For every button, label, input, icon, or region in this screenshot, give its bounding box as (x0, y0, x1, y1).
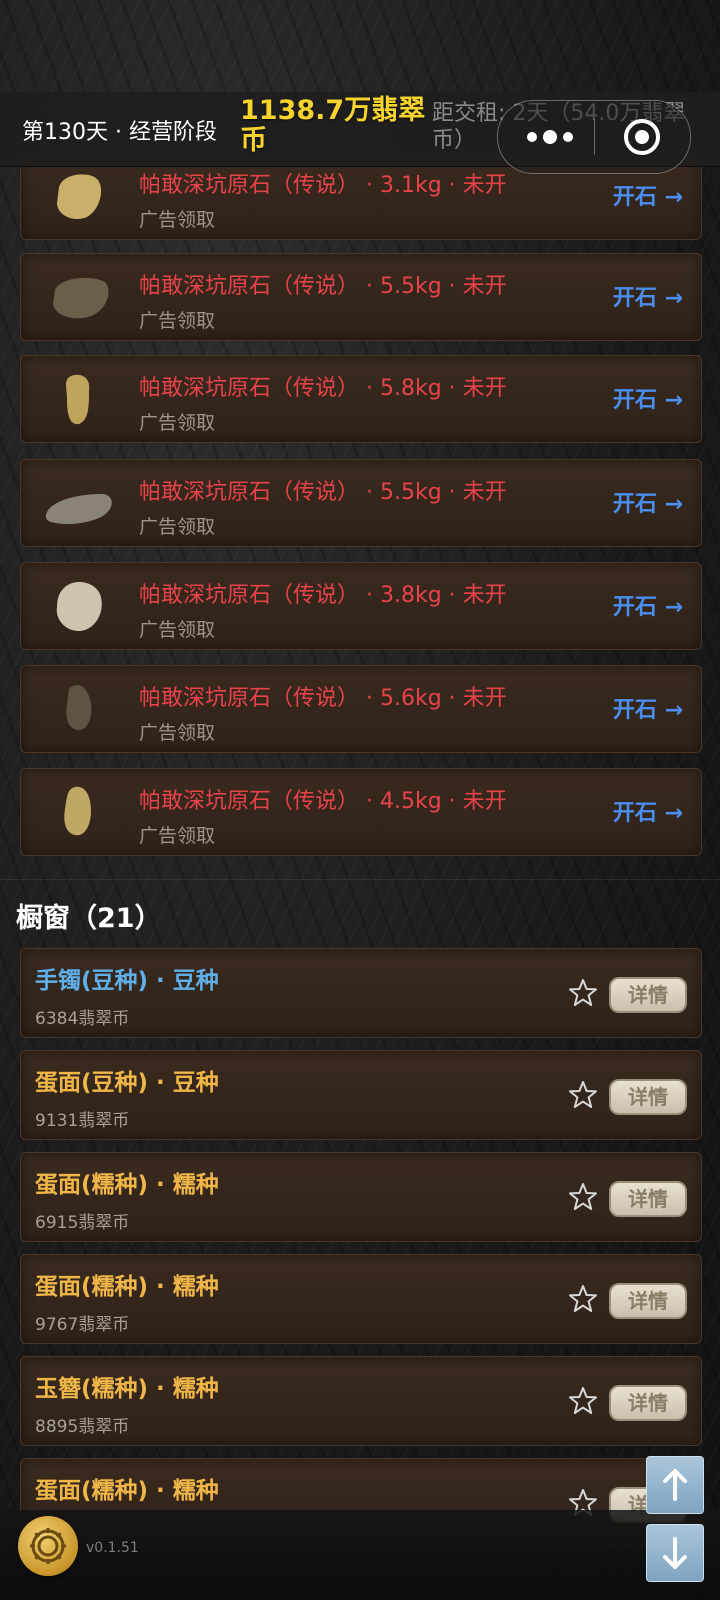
open-stone-button[interactable]: 开石 → (613, 486, 683, 518)
target-close-icon[interactable] (622, 117, 662, 157)
stone-source: 广告领取 (139, 722, 216, 744)
item-name: 蛋面(糯种) · 糯种 (35, 1274, 219, 1300)
showcase-item: 玉簪(糯种) · 糯种 8895翡翠币 详情 (20, 1356, 702, 1446)
showcase-item: 蛋面(糯种) · 糯种 6915翡翠币 详情 (20, 1152, 702, 1242)
settings-button[interactable] (18, 1516, 78, 1576)
open-stone-button[interactable]: 开石 → (613, 280, 683, 312)
item-price: 8895翡翠币 (35, 1417, 130, 1437)
detail-button[interactable]: 详情 (609, 1181, 687, 1217)
stone-source: 广告领取 (139, 619, 216, 641)
showcase-item: 蛋面(豆种) · 豆种 9131翡翠币 详情 (20, 1050, 702, 1140)
open-stone-button[interactable]: 开石 → (613, 795, 683, 827)
stone-thumbnail-icon (57, 174, 102, 220)
stone-thumbnail-icon (66, 685, 92, 731)
version-label: v0.1.51 (86, 1540, 139, 1556)
stone-title: 帕敢深坑原石（传说） · 5.5kg · 未开 (139, 480, 507, 505)
item-price: 9131翡翠币 (35, 1111, 130, 1131)
item-name: 蛋面(糯种) · 糯种 (35, 1172, 219, 1198)
bottom-bar: v0.1.51 (0, 1510, 720, 1600)
stone-item: 帕敢深坑原石（传说） · 4.5kg · 未开 广告领取 开石 → (20, 768, 702, 856)
stone-shape (57, 174, 102, 220)
open-stone-button[interactable]: 开石 → (613, 692, 683, 724)
stone-title: 帕敢深坑原石（传说） · 5.5kg · 未开 (139, 274, 507, 299)
detail-button[interactable]: 详情 (609, 1079, 687, 1115)
star-icon[interactable] (567, 1181, 599, 1213)
star-icon[interactable] (567, 1385, 599, 1417)
stone-item: 帕敢深坑原石（传说） · 5.8kg · 未开 广告领取 开石 → (20, 355, 702, 443)
open-stone-button[interactable]: 开石 → (613, 382, 683, 414)
stone-thumbnail-icon (56, 582, 102, 631)
showcase-item: 手镯(豆种) · 豆种 6384翡翠币 详情 (20, 948, 702, 1038)
detail-button[interactable]: 详情 (609, 1385, 687, 1421)
stone-source: 广告领取 (139, 412, 216, 434)
gear-icon (30, 1528, 66, 1564)
star-icon[interactable] (567, 1283, 599, 1315)
star-icon[interactable] (567, 1079, 599, 1111)
stone-source: 广告领取 (139, 516, 216, 538)
day-phase-label: 第130天 · 经营阶段 (22, 120, 217, 145)
scroll-up-button[interactable] (646, 1456, 704, 1514)
capsule-separator (594, 119, 595, 155)
stone-title: 帕敢深坑原石（传说） · 5.8kg · 未开 (139, 376, 507, 401)
stone-thumbnail-icon (66, 374, 90, 425)
more-dots-icon[interactable] (520, 123, 580, 151)
stone-item: 帕敢深坑原石（传说） · 3.8kg · 未开 广告领取 开石 → (20, 562, 702, 650)
item-name: 玉簪(糯种) · 糯种 (35, 1376, 219, 1402)
item-price: 6915翡翠币 (35, 1213, 130, 1233)
scroll-down-button[interactable] (646, 1524, 704, 1582)
arrow-down-icon (663, 1537, 687, 1569)
stone-title: 帕敢深坑原石（传说） · 3.1kg · 未开 (139, 173, 507, 198)
stone-source: 广告领取 (139, 310, 216, 332)
stone-item: 帕敢深坑原石（传说） · 5.6kg · 未开 广告领取 开石 → (20, 665, 702, 753)
item-name: 蛋面(糯种) · 糯种 (35, 1478, 219, 1504)
section-divider (0, 879, 720, 880)
open-stone-button[interactable]: 开石 → (613, 179, 683, 211)
stone-item: 帕敢深坑原石（传说） · 5.5kg · 未开 广告领取 开石 → (20, 459, 702, 547)
coin-balance: 1138.7万翡翠币 (240, 95, 426, 156)
star-icon[interactable] (567, 977, 599, 1009)
open-stone-button[interactable]: 开石 → (613, 589, 683, 621)
stone-title: 帕敢深坑原石（传说） · 3.8kg · 未开 (139, 583, 507, 608)
showcase-item: 蛋面(糯种) · 糯种 9767翡翠币 详情 (20, 1254, 702, 1344)
showcase-title: 橱窗（21） (16, 903, 162, 934)
stone-thumbnail-icon (53, 277, 109, 319)
item-name: 蛋面(豆种) · 豆种 (35, 1070, 219, 1096)
stone-source: 广告领取 (139, 209, 216, 231)
stone-thumbnail-icon (64, 786, 91, 836)
item-name: 手镯(豆种) · 豆种 (35, 968, 219, 994)
stone-thumbnail-icon (45, 494, 112, 524)
stone-item: 帕敢深坑原石（传说） · 5.5kg · 未开 广告领取 开石 → (20, 253, 702, 341)
stone-title: 帕敢深坑原石（传说） · 5.6kg · 未开 (139, 686, 507, 711)
detail-button[interactable]: 详情 (609, 977, 687, 1013)
item-price: 6384翡翠币 (35, 1009, 130, 1029)
item-price: 9767翡翠币 (35, 1315, 130, 1335)
stone-source: 广告领取 (139, 825, 216, 847)
detail-button[interactable]: 详情 (609, 1283, 687, 1319)
miniprogram-capsule (497, 100, 691, 174)
stone-title: 帕敢深坑原石（传说） · 4.5kg · 未开 (139, 789, 507, 814)
arrow-up-icon (663, 1469, 687, 1501)
